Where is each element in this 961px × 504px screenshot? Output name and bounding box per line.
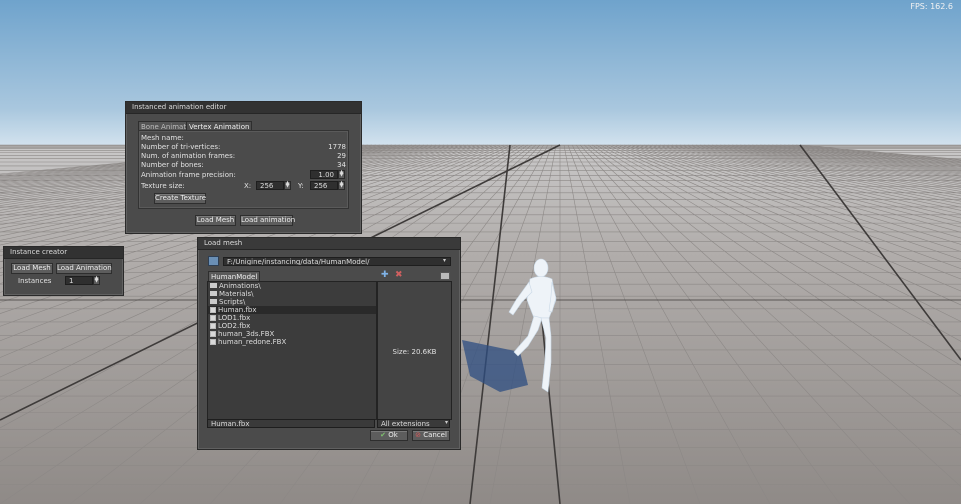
mesh-name-label: Mesh name: — [141, 134, 184, 142]
texture-y-label: Y: — [298, 182, 304, 190]
file-icon — [210, 315, 216, 321]
panel-title: Instance creator — [4, 247, 123, 259]
file-icon — [210, 307, 216, 313]
folder-icon — [210, 291, 217, 296]
precision-label: Animation frame precision: — [141, 171, 236, 179]
creator-load-animation-button[interactable]: Load Animation — [56, 263, 112, 274]
folder-tab[interactable]: HumanModel — [208, 271, 261, 281]
cancel-icon: ⊘ — [415, 431, 421, 439]
panel-title: Instanced animation editor — [126, 102, 361, 114]
ok-button[interactable]: ✔ Ok — [370, 430, 408, 441]
texture-y-input[interactable]: 256 — [310, 181, 338, 190]
load-mesh-dialog: Load mesh F:/Unigine/instancing/data/Hum… — [197, 237, 461, 450]
chevron-down-icon[interactable]: ▾ — [443, 257, 446, 264]
bones-label: Number of bones: — [141, 161, 204, 169]
viewport-scene[interactable] — [0, 0, 961, 504]
chevron-down-icon[interactable]: ▾ — [445, 419, 448, 426]
bones-value: 34 — [337, 161, 346, 169]
tri-vertices-label: Number of tri-vertices: — [141, 143, 221, 151]
file-icon — [210, 339, 216, 345]
fps-counter: FPS: 162.6 — [910, 2, 953, 11]
file-size-text: Size: 20.6KB — [392, 348, 437, 356]
animation-frames-value: 29 — [337, 152, 346, 160]
list-item[interactable]: Animations\ — [208, 282, 376, 290]
file-preview: Size: 20.6KB — [377, 281, 452, 420]
new-folder-icon[interactable] — [440, 272, 450, 280]
check-icon: ✔ — [380, 431, 387, 439]
instances-label: Instances — [18, 277, 52, 285]
list-item[interactable]: LOD2.fbx — [208, 322, 376, 330]
texture-x-spinner[interactable]: ▲ ▼ — [284, 181, 291, 190]
precision-input[interactable]: 1.00 — [310, 170, 338, 179]
texture-size-label: Texture size: — [141, 182, 185, 190]
filename-input[interactable]: Human.fbx — [207, 419, 375, 428]
dialog-title: Load mesh — [198, 238, 460, 250]
tri-vertices-value: 1778 — [328, 143, 346, 151]
cancel-button[interactable]: ⊘ Cancel — [412, 430, 450, 441]
extension-select[interactable]: All extensions — [377, 419, 450, 428]
editor-load-mesh-button[interactable]: Load Mesh — [195, 215, 236, 226]
folder-icon — [210, 299, 217, 304]
list-item[interactable]: human_redone.FBX — [208, 338, 376, 346]
folder-up-icon[interactable] — [208, 256, 219, 266]
texture-y-spinner[interactable]: ▲ ▼ — [338, 181, 345, 190]
instances-input[interactable]: 1 — [65, 276, 93, 285]
add-folder-icon[interactable]: ✚ — [381, 271, 389, 280]
texture-x-label: X: — [244, 182, 252, 190]
instance-creator-panel: Instance creator Load Mesh Load Animatio… — [3, 246, 124, 296]
file-icon — [210, 323, 216, 329]
folder-icon — [210, 283, 217, 288]
list-item-selected[interactable]: Human.fbx — [208, 306, 376, 314]
path-combobox[interactable]: F:/Unigine/instancing/data/HumanModel/ — [223, 257, 451, 266]
texture-x-input[interactable]: 256 — [256, 181, 284, 190]
editor-load-animation-button[interactable]: Load animation — [240, 215, 295, 226]
creator-load-mesh-button[interactable]: Load Mesh — [11, 263, 53, 274]
list-item[interactable]: Scripts\ — [208, 298, 376, 306]
instanced-animation-editor-panel: Instanced animation editor Bone Animatio… — [125, 101, 362, 234]
precision-spinner[interactable]: ▲ ▼ — [338, 170, 345, 179]
list-item[interactable]: Materials\ — [208, 290, 376, 298]
delete-icon[interactable]: ✖ — [395, 271, 403, 280]
list-item[interactable]: human_3ds.FBX — [208, 330, 376, 338]
instances-spinner[interactable]: ▲ ▼ — [93, 276, 100, 285]
list-item[interactable]: LOD1.fbx — [208, 314, 376, 322]
create-texture-button[interactable]: Create Texture — [154, 193, 206, 204]
file-list[interactable]: Animations\ Materials\ Scripts\ Human.fb… — [207, 281, 377, 420]
file-icon — [210, 331, 216, 337]
animation-frames-label: Num. of animation frames: — [141, 152, 236, 160]
